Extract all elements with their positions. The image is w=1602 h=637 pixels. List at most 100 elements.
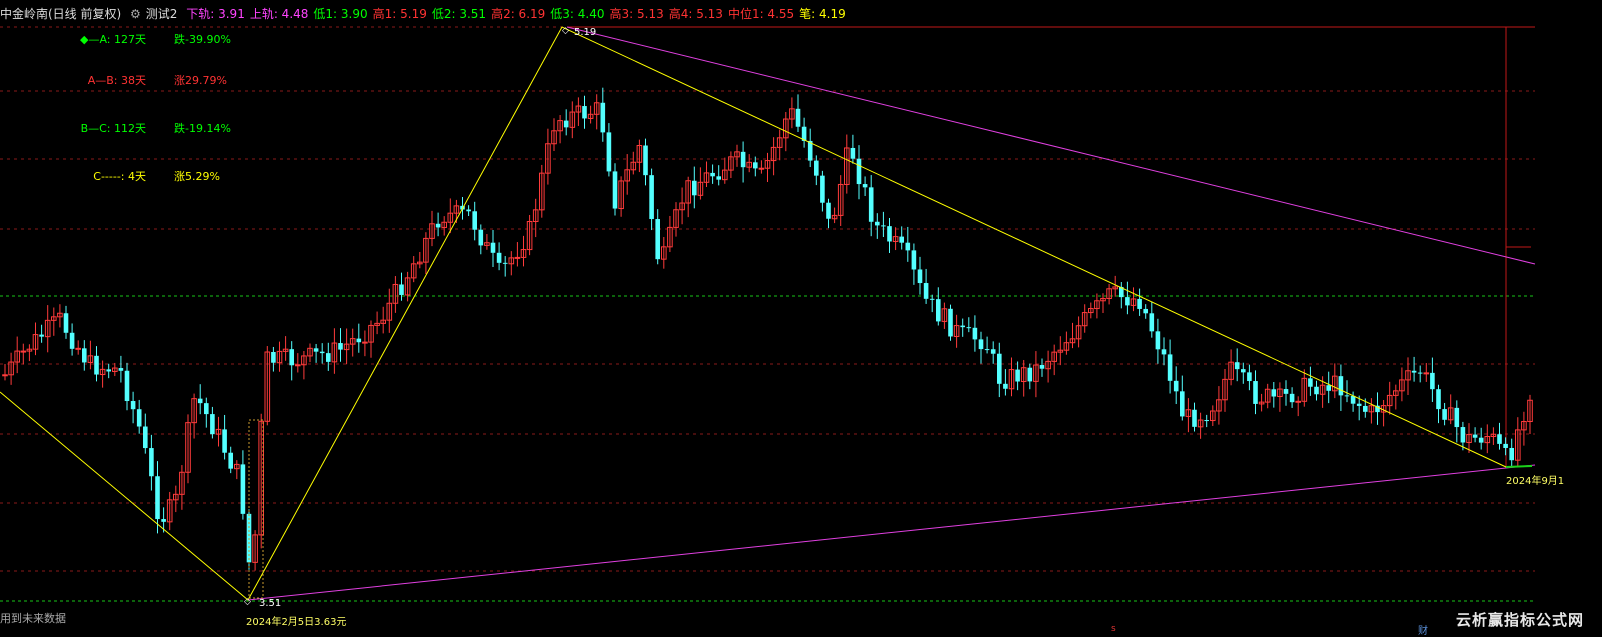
candle-down <box>1271 389 1277 397</box>
candle-up <box>20 350 27 353</box>
candle-down <box>563 120 569 128</box>
candle-up <box>75 347 82 350</box>
candle-down <box>326 353 331 362</box>
wave-stat-pct: 跌-19.14% <box>174 122 231 135</box>
candle-up <box>758 167 765 170</box>
watermark: 云析赢指标公式网 <box>1455 611 1584 629</box>
wave-stat-3: C-----: 4天 涨5.29% <box>36 168 220 184</box>
candle-down <box>161 519 166 522</box>
future-data-warning: 用到未来数据 <box>0 612 66 625</box>
candle-down <box>917 269 923 284</box>
candle-down <box>130 401 136 410</box>
indicator-value-6: 低3: 4.40 <box>550 7 605 21</box>
candle-down <box>1180 391 1185 417</box>
candle-down <box>1503 443 1508 448</box>
candle-down <box>929 298 935 300</box>
candle-down <box>905 242 911 251</box>
candle-down <box>240 464 246 514</box>
right-date-label: 2024年9月1 <box>1506 474 1564 487</box>
pen-line <box>0 26 1507 601</box>
candle-down <box>466 209 471 212</box>
candle-down <box>1344 395 1350 397</box>
candle-down <box>502 262 508 264</box>
candle-down <box>1247 372 1252 382</box>
candle-down <box>1167 354 1173 381</box>
indicator-value-10: 笔: 4.19 <box>799 7 846 21</box>
candle-down <box>222 429 227 453</box>
candle-down <box>1430 372 1435 390</box>
candle-down <box>1192 409 1197 427</box>
candle-down <box>1314 386 1319 395</box>
low-marker: ◇ <box>244 597 251 607</box>
indicator-value-0: 下轨: 3.91 <box>186 7 245 21</box>
candle-down <box>1155 331 1161 350</box>
candle-down <box>313 348 319 352</box>
candle-down <box>1326 385 1331 391</box>
lower-channel-line <box>247 464 1536 601</box>
candle-down <box>997 353 1002 384</box>
indicator-values: 下轨: 3.91 上轨: 4.48 低1: 3.90 高1: 5.19 低2: 3.51… <box>186 7 850 21</box>
candle-down <box>1497 434 1502 444</box>
current-level-line <box>1505 465 1533 468</box>
kline-chart[interactable]: ◇ 5.19 ◇ 3.51 2024年2月5日3.63元 2024年9月1 <box>0 0 1602 634</box>
candle-down <box>899 236 904 243</box>
candle-down <box>887 226 892 242</box>
wave-stat-label: C-----: 4天 <box>93 170 146 183</box>
candle-down <box>149 448 154 477</box>
trend-lines: ◇ 5.19 ◇ 3.51 2024年2月5日3.63元 2024年9月1 <box>0 26 1564 628</box>
candle-down <box>978 339 984 350</box>
candle-down <box>960 325 965 328</box>
candle-down <box>710 172 715 177</box>
candle-down <box>820 175 825 203</box>
candle-down <box>356 338 362 343</box>
candle-down <box>923 283 929 299</box>
candle-down <box>155 476 160 520</box>
candle-down <box>289 349 294 366</box>
candle-down <box>1417 372 1423 374</box>
candle-up <box>2 374 8 377</box>
candle-down <box>472 211 477 230</box>
candle-down <box>1161 349 1167 355</box>
candle-up <box>295 364 301 367</box>
candle-down <box>94 355 99 375</box>
candle-down <box>1253 381 1258 404</box>
gear-icon[interactable]: ⚙ <box>130 7 141 21</box>
candle-down <box>1283 389 1289 394</box>
candle-down <box>582 106 587 119</box>
candle-down <box>338 343 343 350</box>
candle-down <box>1173 380 1179 392</box>
candle-down <box>936 299 941 322</box>
candle-down <box>1143 308 1148 314</box>
candle-down <box>716 176 721 180</box>
candle-up <box>1295 400 1302 403</box>
wave-stat-1: A—B: 38天 涨29.79% <box>36 72 227 88</box>
candle-down <box>39 334 44 337</box>
candle-down <box>69 332 75 349</box>
candle-down <box>197 398 203 404</box>
candle-down <box>856 158 862 185</box>
candle-down <box>1204 420 1209 422</box>
candle-down <box>875 221 880 226</box>
indicator-header: 中金岭南(日线 前复权) ⚙ 测试2 下轨: 3.91 上轨: 4.48 低1: 3.… <box>0 6 856 22</box>
candle-down <box>63 313 69 333</box>
stock-title[interactable]: 中金岭南(日线 前复权) <box>0 7 121 21</box>
candle-down <box>399 284 404 295</box>
candle-down <box>692 180 697 196</box>
finance-marker[interactable]: 财 <box>1418 622 1428 637</box>
candle-down <box>124 370 130 402</box>
candle-up <box>514 256 521 259</box>
low-date-label: 2024年2月5日3.63元 <box>246 615 346 628</box>
candle-down <box>210 414 215 435</box>
candle-down <box>606 132 612 172</box>
candle-down <box>814 160 819 176</box>
candlesticks <box>2 87 1533 571</box>
wave-stat-label: B—C: 112天 <box>80 122 146 135</box>
candle-down <box>1350 395 1356 404</box>
candle-up <box>1423 372 1430 375</box>
indicator-name[interactable]: 测试2 <box>146 7 178 21</box>
wave-stat-label: A—B: 38天 <box>87 74 146 87</box>
candle-down <box>496 252 502 263</box>
indicator-value-2: 低1: 3.90 <box>313 7 368 21</box>
candle-down <box>1411 370 1417 373</box>
candle-down <box>1308 378 1313 387</box>
